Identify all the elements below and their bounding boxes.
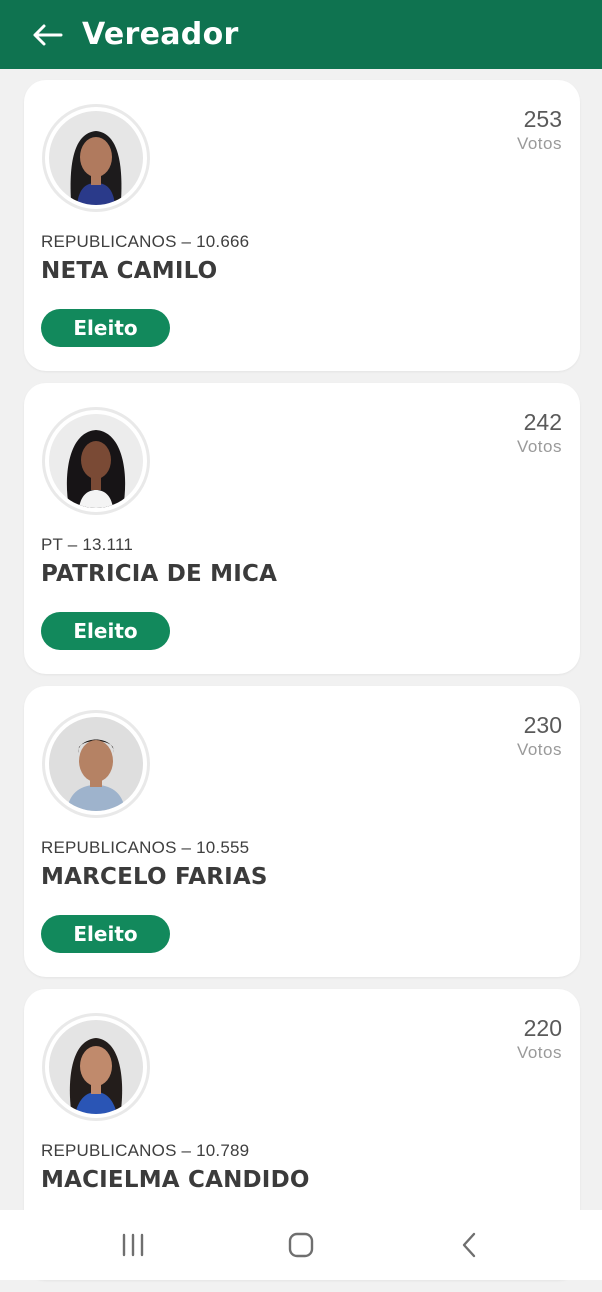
avatar xyxy=(42,1013,150,1121)
avatar xyxy=(42,104,150,212)
candidate-card[interactable]: 253 Votos REPUBLICANOS – 10.666 NETA CAM… xyxy=(24,80,580,371)
candidate-name: MARCELO FARIAS xyxy=(41,864,268,890)
votes-label: Votos xyxy=(516,1043,562,1062)
avatar xyxy=(42,710,150,818)
candidate-photo xyxy=(49,1020,143,1114)
votes-number: 230 xyxy=(523,712,562,738)
candidate-name: MACIELMA CANDIDO xyxy=(41,1167,310,1193)
vote-count: 220 Votos xyxy=(517,1013,562,1063)
votes-label: Votos xyxy=(516,437,562,456)
status-badge: Eleito xyxy=(41,309,170,347)
party-number: REPUBLICANOS – 10.666 xyxy=(41,232,250,251)
candidate-name: NETA CAMILO xyxy=(41,258,218,284)
party-number: PT – 13.111 xyxy=(41,535,133,554)
candidate-photo xyxy=(49,111,143,205)
arrow-left-icon xyxy=(33,24,63,45)
app-bar: Vereador xyxy=(0,0,602,69)
votes-number: 220 xyxy=(523,1015,562,1041)
vote-count: 230 Votos xyxy=(517,710,562,760)
vote-count: 242 Votos xyxy=(517,407,562,457)
votes-label: Votos xyxy=(516,134,562,153)
back-chevron-icon xyxy=(462,1232,476,1258)
recents-button[interactable] xyxy=(113,1230,153,1260)
votes-number: 242 xyxy=(523,409,562,435)
status-badge: Eleito xyxy=(41,612,170,650)
candidate-card[interactable]: 230 Votos REPUBLICANOS – 10.555 MARCELO … xyxy=(24,686,580,977)
party-number: REPUBLICANOS – 10.555 xyxy=(41,838,250,857)
vote-count: 253 Votos xyxy=(517,104,562,154)
votes-label: Votos xyxy=(516,740,562,759)
recents-icon xyxy=(122,1233,144,1257)
party-number: REPUBLICANOS – 10.789 xyxy=(41,1141,250,1160)
candidate-name: PATRICIA DE MICA xyxy=(41,561,278,587)
avatar xyxy=(42,407,150,515)
candidate-list: 253 Votos REPUBLICANOS – 10.666 NETA CAM… xyxy=(24,80,580,1292)
home-button[interactable] xyxy=(281,1230,321,1260)
candidate-photo xyxy=(49,414,143,508)
system-navigation-bar xyxy=(0,1210,602,1280)
page-title: Vereador xyxy=(82,17,239,52)
status-badge: Eleito xyxy=(41,915,170,953)
votes-number: 253 xyxy=(523,106,562,132)
home-icon xyxy=(288,1232,314,1258)
back-nav-button[interactable] xyxy=(449,1230,489,1260)
back-button[interactable] xyxy=(30,18,64,52)
candidate-card[interactable]: 242 Votos PT – 13.111 PATRICIA DE MICA E… xyxy=(24,383,580,674)
candidate-photo xyxy=(49,717,143,811)
